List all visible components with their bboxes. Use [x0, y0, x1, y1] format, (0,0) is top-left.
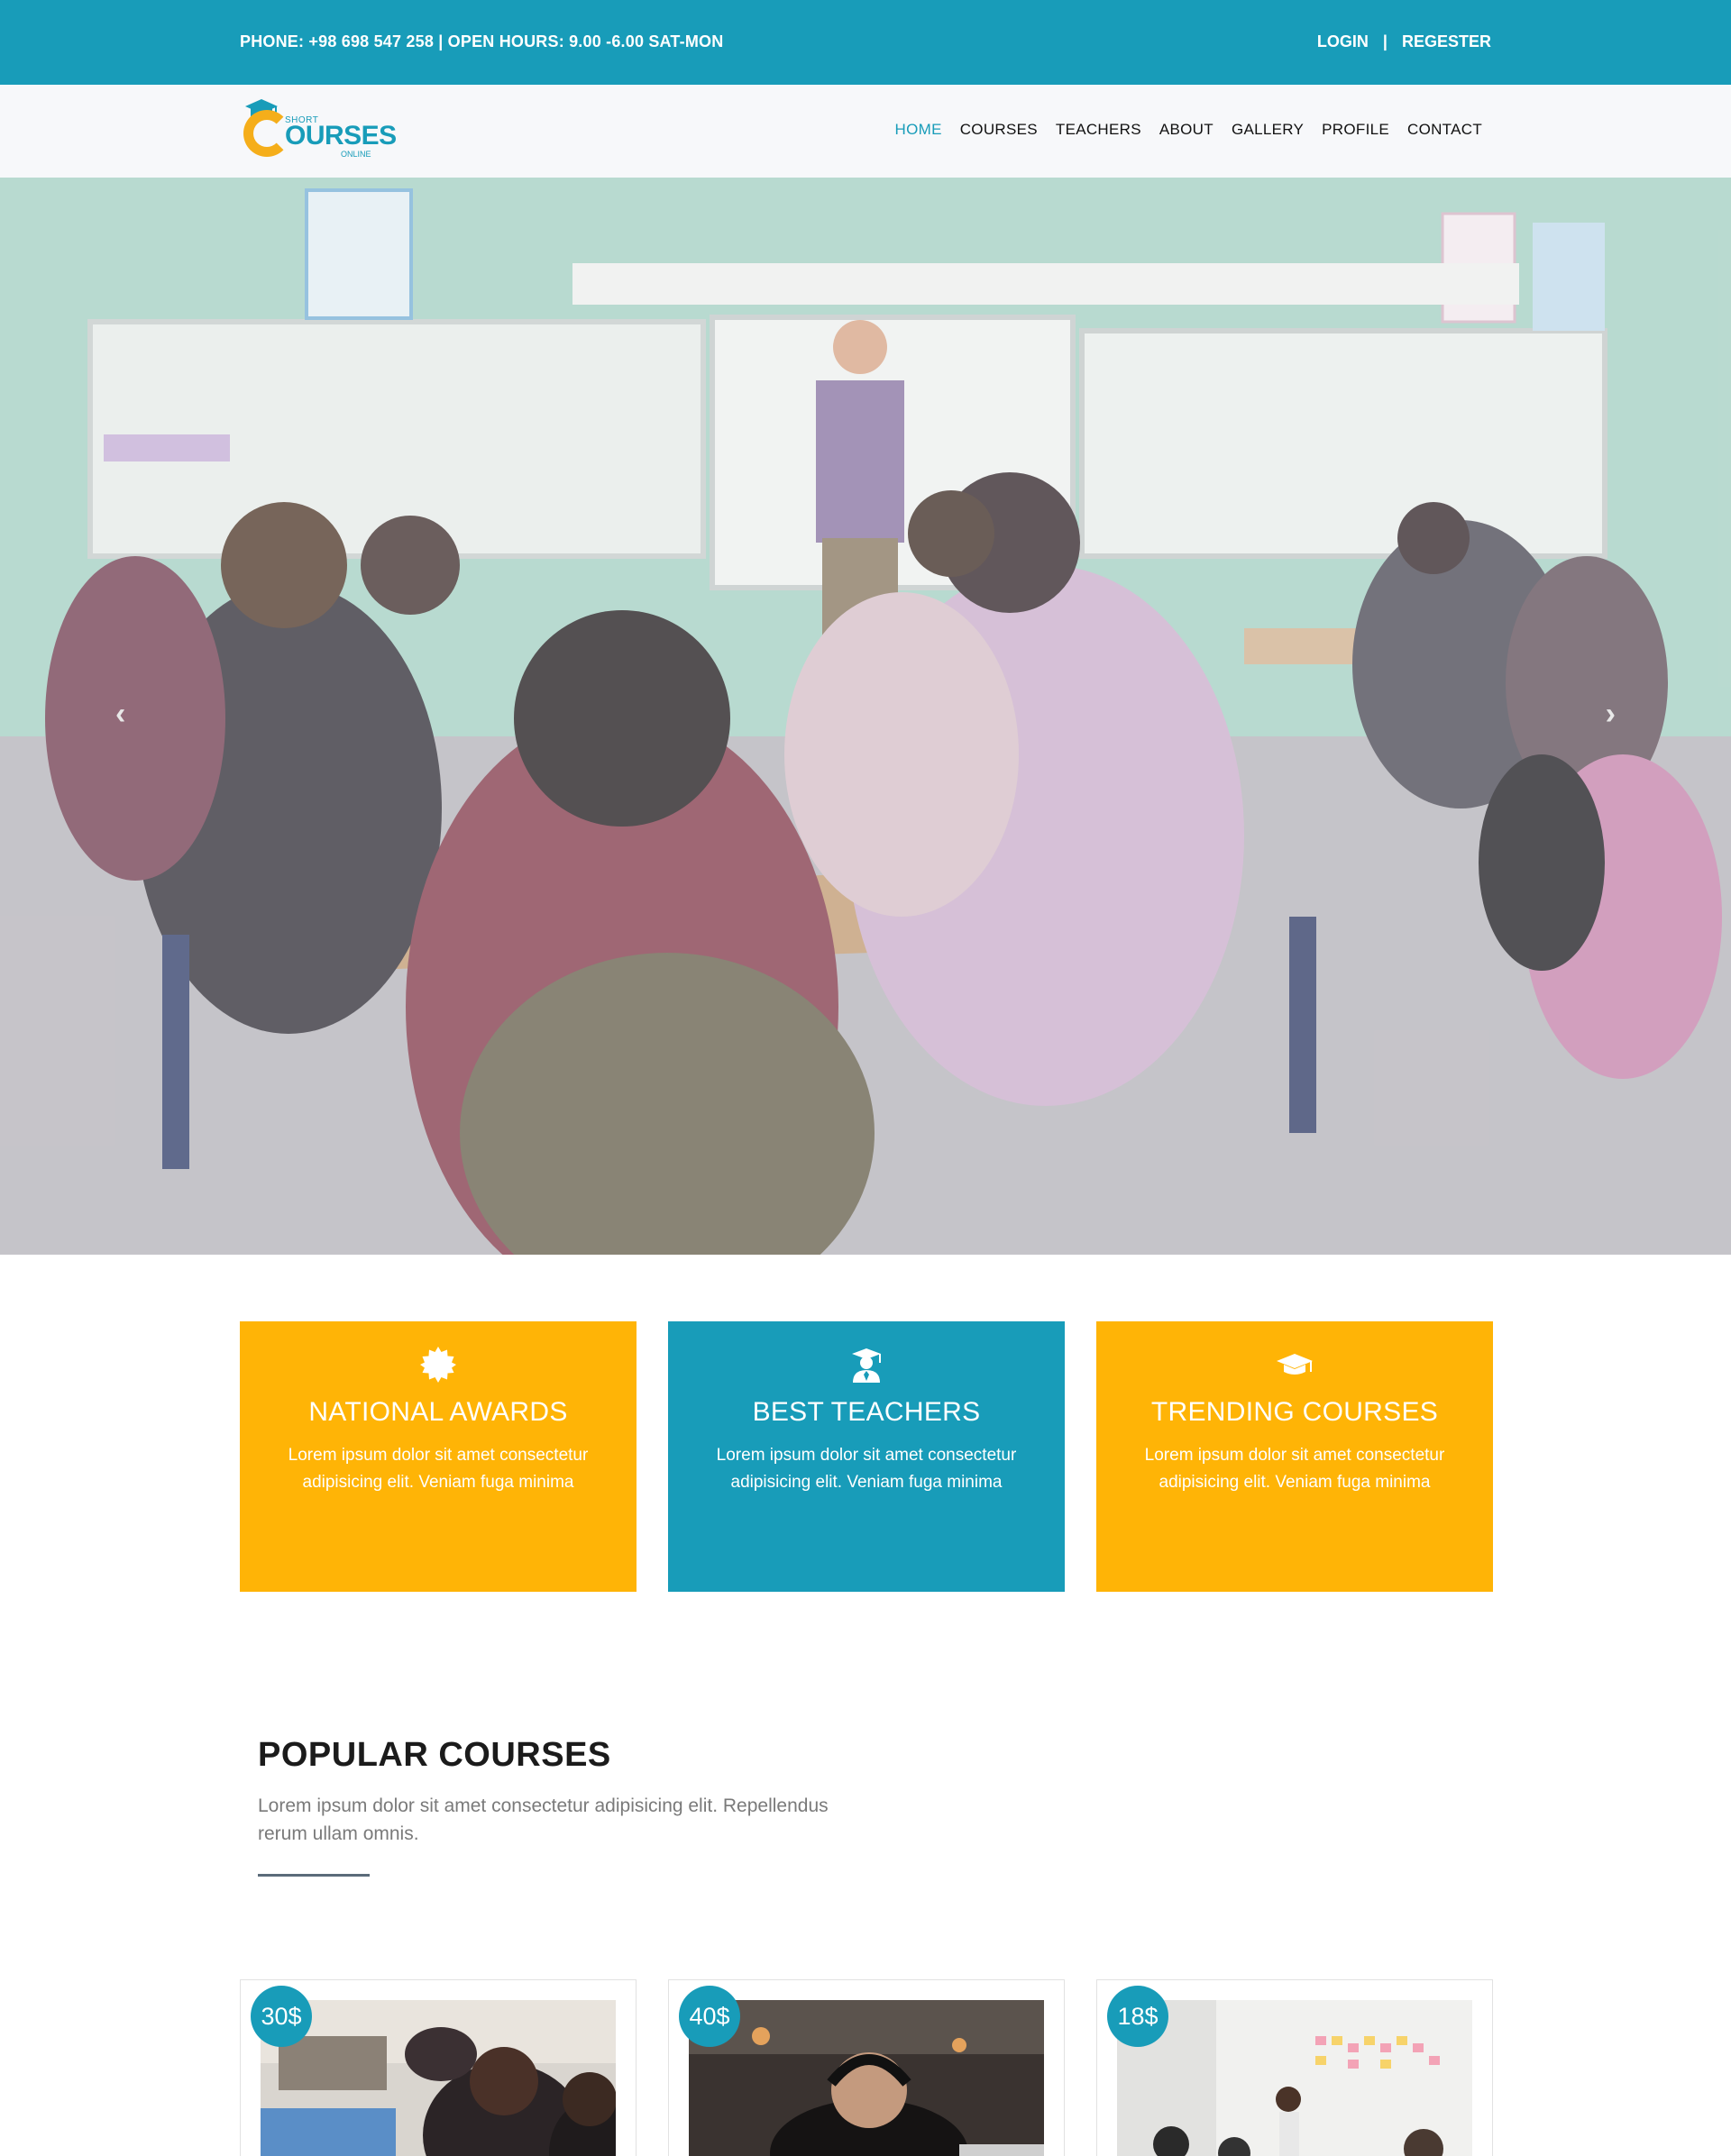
course-image-student-headphones — [689, 2000, 1044, 2156]
nav-about[interactable]: ABOUT — [1159, 121, 1214, 139]
chevron-left-icon[interactable]: ‹ — [115, 697, 125, 732]
feature-trending-courses: TRENDING COURSES Lorem ipsum dolor sit a… — [1096, 1321, 1493, 1592]
section-divider — [258, 1874, 370, 1877]
auth-links: LOGIN | REGESTER — [1317, 32, 1491, 51]
logo-c-mark — [243, 110, 290, 157]
graduation-cap-icon — [1277, 1354, 1313, 1375]
feature-title: BEST TEACHERS — [752, 1397, 981, 1427]
feature-best-teachers: BEST TEACHERS Lorem ipsum dolor sit amet… — [668, 1321, 1065, 1592]
logo-courses-text: OURSES — [285, 121, 397, 151]
nav-gallery[interactable]: GALLERY — [1232, 121, 1304, 139]
course-card[interactable]: 18$ — [1096, 1979, 1493, 2156]
top-bar: PHONE: +98 698 547 258 | OPEN HOURS: 9.0… — [0, 0, 1731, 85]
nav-courses[interactable]: COURSES — [960, 121, 1038, 139]
hero-carousel: ‹ › — [0, 178, 1731, 1255]
course-card[interactable]: 30$ — [240, 1979, 637, 2156]
price-badge: 40$ — [679, 1986, 740, 2047]
course-thumbnail[interactable] — [261, 2000, 616, 2156]
hero-overlay — [0, 178, 1731, 1255]
feature-text: Lorem ipsum dolor sit amet consectetur a… — [288, 1446, 589, 1492]
register-link[interactable]: REGESTER — [1402, 32, 1491, 51]
course-image-students — [261, 2000, 616, 2156]
feature-national-awards: NATIONAL AWARDS Lorem ipsum dolor sit am… — [240, 1321, 637, 1592]
login-link[interactable]: LOGIN — [1317, 32, 1369, 51]
price-badge: 30$ — [251, 1986, 312, 2047]
feature-text: Lorem ipsum dolor sit amet consectetur a… — [716, 1446, 1017, 1492]
award-badge-icon — [420, 1347, 456, 1383]
course-thumbnail[interactable] — [1117, 2000, 1472, 2156]
main-nav: HOME COURSES TEACHERS ABOUT GALLERY PROF… — [895, 121, 1482, 139]
feature-title: NATIONAL AWARDS — [308, 1397, 568, 1427]
nav-teachers[interactable]: TEACHERS — [1056, 121, 1141, 139]
course-thumbnail[interactable] — [689, 2000, 1044, 2156]
course-card[interactable]: 40$ — [668, 1979, 1065, 2156]
contact-info: PHONE: +98 698 547 258 | OPEN HOURS: 9.0… — [240, 32, 724, 50]
chevron-right-icon[interactable]: › — [1606, 697, 1616, 732]
teacher-icon — [852, 1348, 881, 1383]
auth-separator: | — [1382, 32, 1388, 50]
price-badge: 18$ — [1107, 1986, 1168, 2047]
feature-title: TRENDING COURSES — [1150, 1397, 1439, 1427]
nav-home[interactable]: HOME — [895, 121, 942, 139]
section-title: POPULAR COURSES — [258, 1736, 611, 1774]
logo-online-text: ONLINE — [341, 150, 371, 159]
site-logo[interactable]: SHORT OURSES ONLINE — [240, 97, 397, 160]
section-description: Lorem ipsum dolor sit amet consectetur a… — [258, 1795, 829, 1844]
nav-contact[interactable]: CONTACT — [1407, 121, 1482, 139]
nav-profile[interactable]: PROFILE — [1322, 121, 1389, 139]
course-image-meeting — [1117, 2000, 1472, 2156]
feature-text: Lorem ipsum dolor sit amet consectetur a… — [1144, 1446, 1445, 1492]
